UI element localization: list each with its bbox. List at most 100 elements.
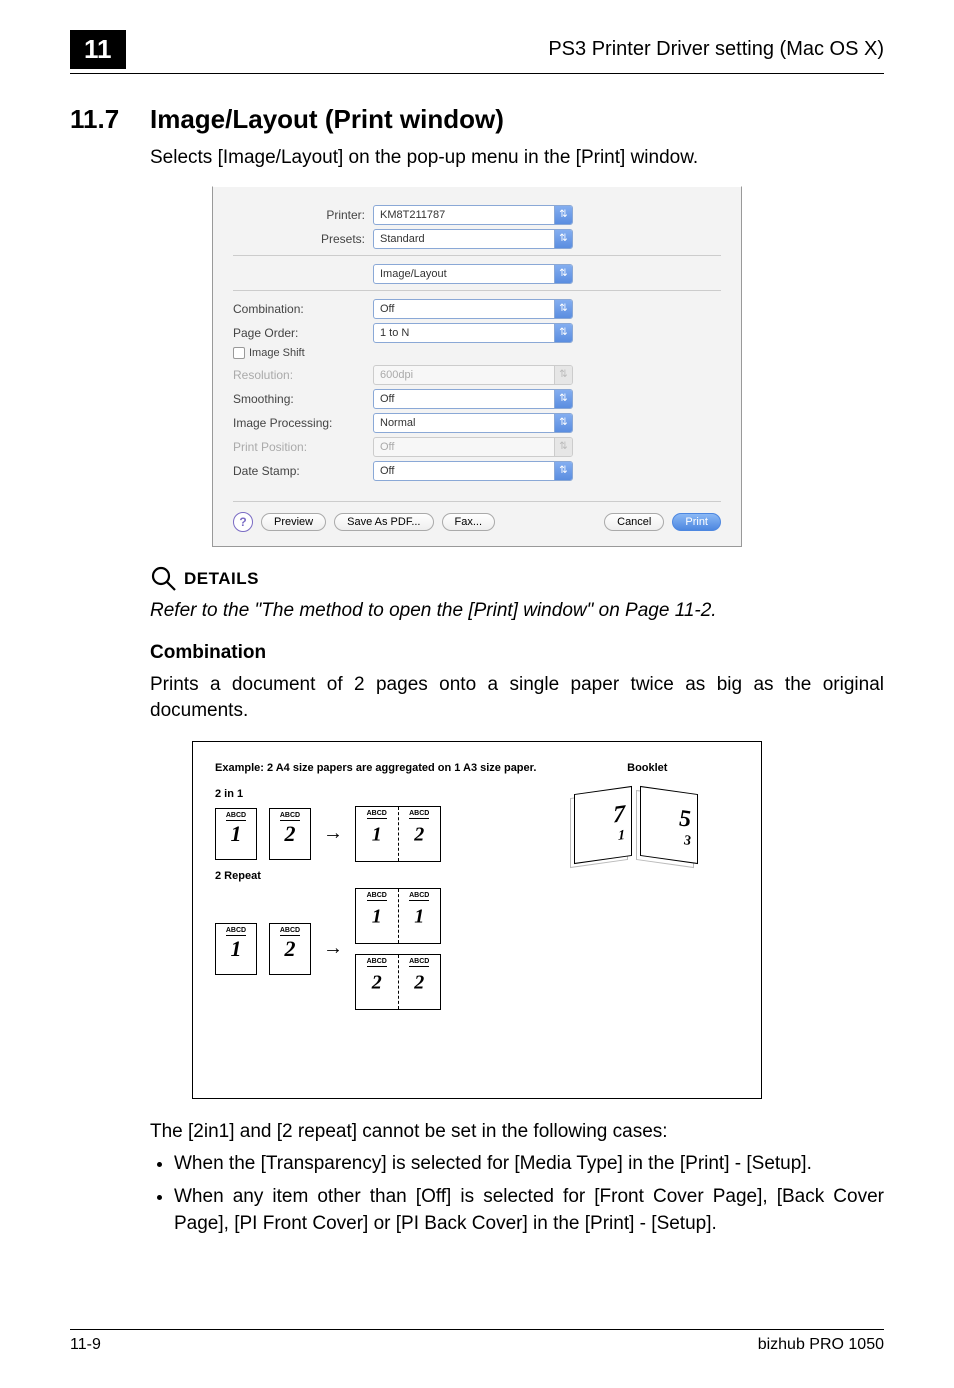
dropdown-arrows-icon: ⇅ [554, 300, 572, 318]
date-stamp-value: Off [380, 465, 394, 477]
booklet-left-page: 7 1 [574, 786, 632, 864]
label-2repeat: 2 Repeat [215, 870, 536, 882]
details-label: DETAILS [184, 569, 259, 589]
page-num: 2 [414, 971, 424, 994]
abcd-label: ABCD [367, 810, 387, 819]
booklet-right-page: 5 3 [640, 786, 698, 864]
divider [233, 255, 721, 256]
dropdown-arrows-icon: ⇅ [554, 414, 572, 432]
combination-select[interactable]: Off ⇅ [373, 299, 573, 319]
divider [233, 290, 721, 291]
section-number: 11.7 [70, 104, 150, 135]
page-num: 1 [231, 936, 242, 962]
resolution-value: 600dpi [380, 369, 413, 381]
product-name: bizhub PRO 1050 [758, 1336, 884, 1354]
smoothing-value: Off [380, 393, 394, 405]
dropdown-arrows-icon: ⇅ [554, 265, 572, 283]
page-num: 1 [618, 827, 625, 844]
page-num: 7 [613, 800, 625, 829]
print-position-select: Off ⇅ [373, 437, 573, 457]
note-bullets: When the [Transparency] is selected for … [150, 1151, 884, 1237]
section-heading: 11.7 Image/Layout (Print window) [70, 104, 884, 135]
section-title: Image/Layout (Print window) [150, 104, 504, 135]
abcd-label: ABCD [226, 812, 246, 821]
abcd-label: ABCD [226, 927, 246, 936]
image-processing-label: Image Processing: [233, 416, 373, 430]
page-num: 1 [372, 905, 382, 928]
diagram-2in1-row: ABCD 1 ABCD 2 → ABCD1 ABCD2 [215, 806, 536, 862]
dropdown-arrows-icon: ⇅ [554, 462, 572, 480]
checkbox-box-icon [233, 347, 245, 359]
big-page: ABCD 2 ABCD 2 [355, 954, 441, 1010]
small-page: ABCD 2 [269, 808, 311, 860]
note-intro: The [2in1] and [2 repeat] cannot be set … [150, 1119, 884, 1146]
fax-button[interactable]: Fax... [442, 513, 496, 531]
small-page: ABCD 1 [215, 923, 257, 975]
help-button[interactable]: ? [233, 512, 253, 532]
page-header: 11 PS3 Printer Driver setting (Mac OS X) [70, 30, 884, 74]
print-button[interactable]: Print [672, 513, 721, 531]
combination-body: Prints a document of 2 pages onto a sing… [150, 672, 884, 725]
diagram-header-left: Example: 2 A4 size papers are aggregated… [215, 762, 556, 774]
resolution-label: Resolution: [233, 368, 373, 382]
resolution-select: 600dpi ⇅ [373, 365, 573, 385]
dropdown-arrows-icon: ⇅ [554, 206, 572, 224]
preview-button[interactable]: Preview [261, 513, 326, 531]
combination-label: Combination: [233, 302, 373, 316]
cancel-button[interactable]: Cancel [604, 513, 664, 531]
abcd-label: ABCD [409, 810, 429, 819]
page-num: 1 [414, 905, 424, 928]
printer-select[interactable]: KM8T211787 ⇅ [373, 205, 573, 225]
print-position-label: Print Position: [233, 440, 373, 454]
page-num: 1 [231, 821, 242, 847]
magnifier-icon [150, 565, 178, 593]
presets-select[interactable]: Standard ⇅ [373, 229, 573, 249]
presets-select-value: Standard [380, 233, 425, 245]
print-dialog: Printer: KM8T211787 ⇅ Presets: Standard … [212, 186, 742, 547]
bullet-item: When the [Transparency] is selected for … [174, 1151, 884, 1178]
dropdown-arrows-icon: ⇅ [554, 390, 572, 408]
dropdown-arrows-icon: ⇅ [554, 438, 572, 456]
printer-select-value: KM8T211787 [380, 209, 445, 221]
date-stamp-select[interactable]: Off ⇅ [373, 461, 573, 481]
chapter-number-badge: 11 [70, 30, 126, 69]
printer-label: Printer: [233, 208, 373, 222]
page-order-select[interactable]: 1 to N ⇅ [373, 323, 573, 343]
abcd-label: ABCD [409, 892, 429, 901]
dropdown-arrows-icon: ⇅ [554, 324, 572, 342]
page-order-value: 1 to N [380, 327, 409, 339]
booklet-illustration: 7 1 5 3 [566, 784, 716, 874]
running-title: PS3 Printer Driver setting (Mac OS X) [548, 38, 884, 61]
page-number: 11-9 [70, 1336, 101, 1354]
page-num: 2 [285, 821, 296, 847]
page-num: 3 [684, 832, 691, 849]
abcd-label: ABCD [367, 892, 387, 901]
combination-heading: Combination [150, 642, 884, 664]
save-as-pdf-button[interactable]: Save As PDF... [334, 513, 433, 531]
page-num: 2 [372, 971, 382, 994]
presets-label: Presets: [233, 232, 373, 246]
pane-select[interactable]: Image/Layout ⇅ [373, 264, 573, 284]
combination-value: Off [380, 303, 394, 315]
image-processing-select[interactable]: Normal ⇅ [373, 413, 573, 433]
abcd-label: ABCD [367, 958, 387, 967]
details-body: Refer to the "The method to open the [Pr… [150, 600, 884, 622]
page-num: 2 [414, 823, 424, 846]
image-processing-value: Normal [380, 417, 415, 429]
diagram-header-right: Booklet [556, 762, 739, 774]
print-position-value: Off [380, 441, 394, 453]
page-footer: 11-9 bizhub PRO 1050 [70, 1329, 884, 1354]
image-shift-checkbox[interactable]: Image Shift [233, 347, 721, 359]
bullet-item: When any item other than [Off] is select… [174, 1184, 884, 1237]
smoothing-select[interactable]: Off ⇅ [373, 389, 573, 409]
combination-diagram: Example: 2 A4 size papers are aggregated… [192, 741, 762, 1099]
abcd-label: ABCD [409, 958, 429, 967]
date-stamp-label: Date Stamp: [233, 464, 373, 478]
page-num: 2 [285, 936, 296, 962]
page-num: 5 [679, 805, 691, 834]
smoothing-label: Smoothing: [233, 392, 373, 406]
dropdown-arrows-icon: ⇅ [554, 230, 572, 248]
abcd-label: ABCD [280, 927, 300, 936]
dropdown-arrows-icon: ⇅ [554, 366, 572, 384]
pane-select-value: Image/Layout [380, 268, 447, 280]
